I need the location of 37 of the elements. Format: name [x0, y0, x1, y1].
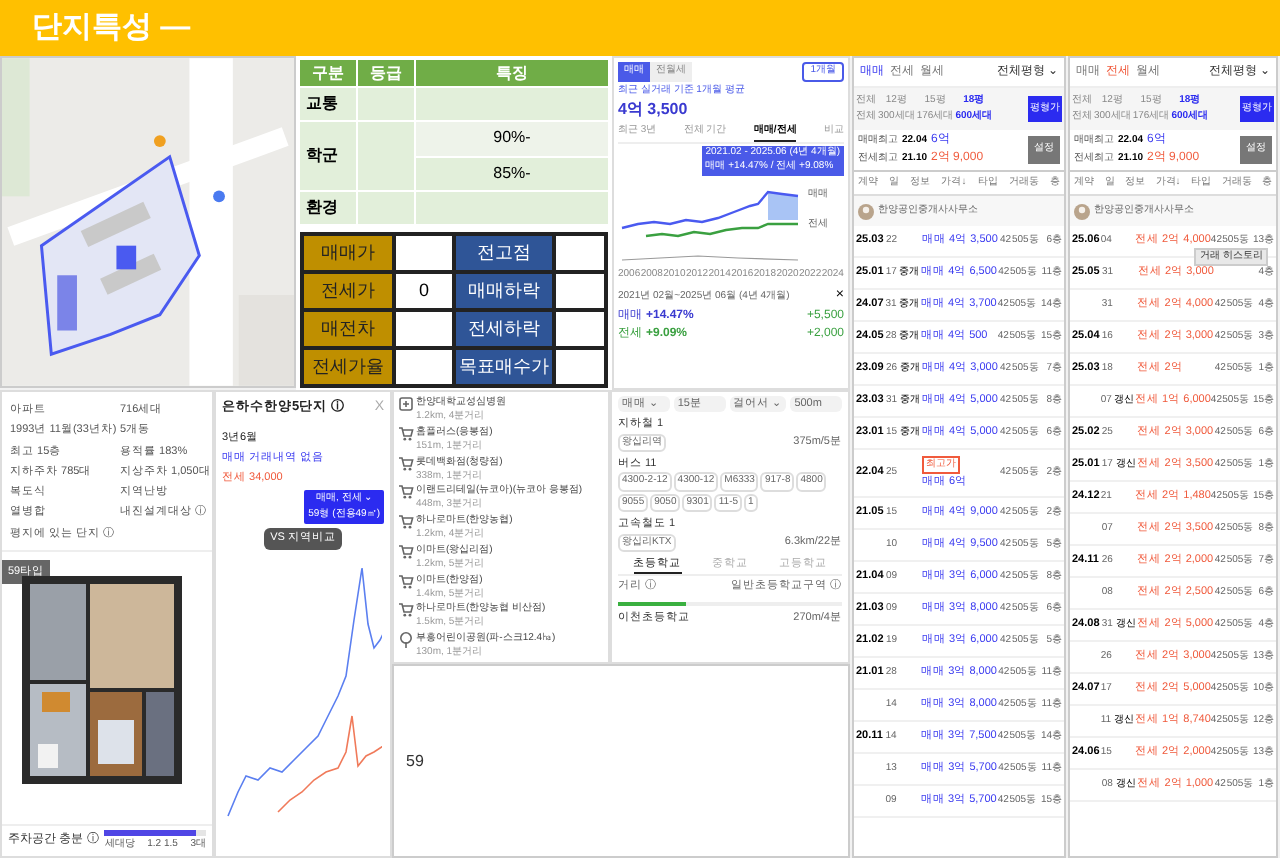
cart-icon: [398, 543, 414, 560]
average-price: 4억 3,500: [618, 98, 690, 122]
cart-icon: [398, 484, 414, 501]
page-title: 단지특성 —: [32, 7, 191, 48]
table-cell: 90%-: [416, 122, 608, 155]
table-cell: [358, 122, 414, 190]
table-cell: 환경: [300, 192, 356, 224]
table-cell: 매전차: [302, 310, 394, 348]
cart-icon: [398, 573, 414, 589]
hospital-icon: [398, 396, 414, 412]
table-cell: 전고점: [454, 234, 554, 272]
cart-icon: [398, 425, 414, 442]
area-fill: [768, 191, 798, 219]
column-header: 등급: [358, 60, 414, 86]
cart-icon: [398, 455, 414, 471]
column-header: 구분: [300, 60, 356, 86]
table-cell: [358, 88, 414, 120]
note-value: 59: [406, 749, 424, 773]
column-header: 특징: [416, 60, 608, 86]
table-cell: 전세가: [302, 272, 394, 310]
table-cell: 0: [394, 272, 454, 310]
jeonse-line: [277, 714, 382, 812]
table-cell: 전세하락: [454, 310, 554, 348]
cart-icon: [398, 602, 414, 619]
cart-icon: [398, 514, 414, 530]
table-cell: 85%-: [416, 157, 608, 190]
table-cell: 매매하락: [454, 272, 554, 310]
table-cell: 학군: [300, 122, 356, 190]
table-cell: [394, 310, 454, 348]
table-cell: 목표매수가: [454, 348, 554, 386]
table-cell: 교통: [300, 88, 356, 120]
avatar-icon: [1074, 203, 1090, 219]
table-cell: [358, 192, 414, 224]
avatar-icon: [858, 203, 874, 219]
tree-icon: [398, 632, 414, 648]
table-cell: 매매가: [302, 234, 394, 272]
table-cell: 전세가율: [302, 348, 394, 386]
